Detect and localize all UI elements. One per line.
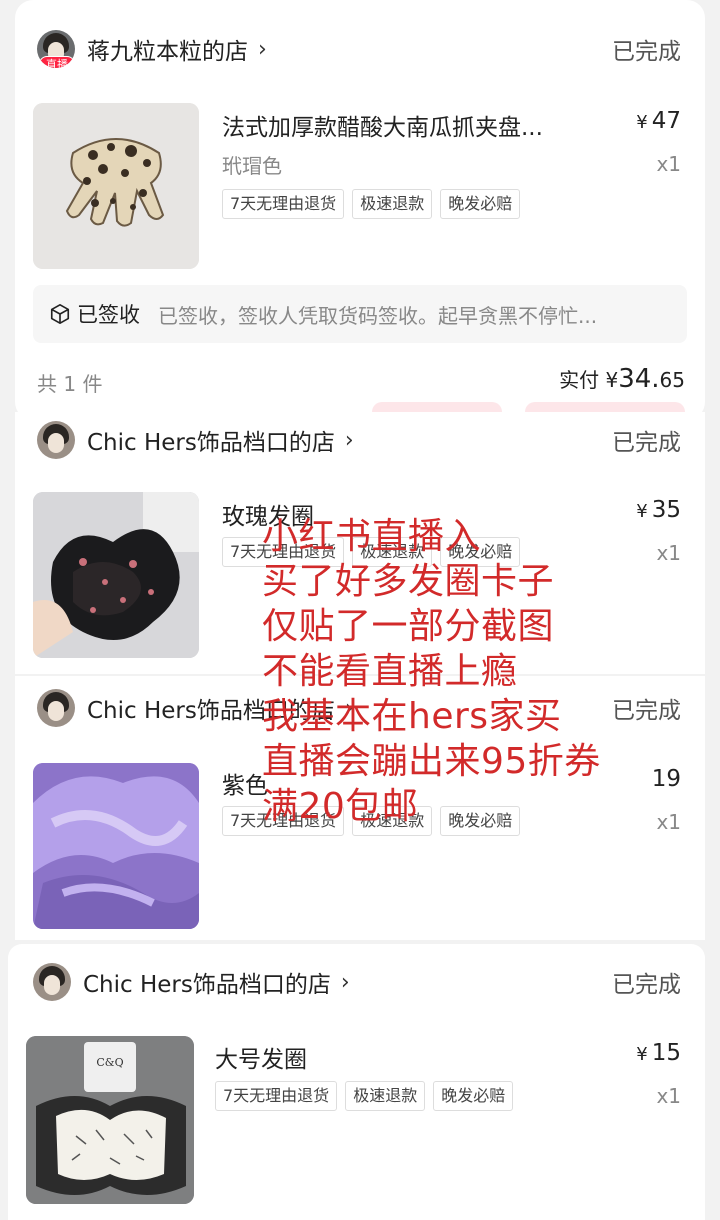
shop-avatar	[33, 963, 71, 1001]
overlay-line: 小红书直播入	[262, 516, 482, 557]
live-badge: 直播	[39, 56, 75, 68]
order-status: 已完成	[612, 39, 681, 65]
paid-label: 实付	[559, 368, 600, 392]
tag-fast-refund: 极速退款	[345, 1081, 426, 1111]
chevron-right-icon: ›	[340, 969, 350, 995]
shop-avatar	[37, 689, 75, 727]
tag-late-compensation: 晚发必赔	[440, 189, 521, 219]
paid-amount-decimal: 65	[659, 368, 685, 392]
order-status: 已完成	[612, 430, 681, 456]
currency-symbol: ¥	[636, 112, 648, 133]
overlay-line: 买了好多发圈卡子	[262, 561, 555, 602]
shop-name[interactable]: 蒋九粒本粒的店	[87, 32, 248, 66]
service-tags: 7天无理由退货 极速退款 晚发必赔	[222, 189, 521, 219]
order-card-1[interactable]: 直播 蒋九粒本粒的店 › 已完成 法式加厚款醋酸大南瓜抓夹盘... ¥47 玳瑁…	[15, 0, 705, 420]
overlay-note: 小红书直播入 买了好多发圈卡子 仅贴了一部分截图 不能看直播上瘾 我基本在her…	[262, 515, 702, 830]
shop-name[interactable]: Chic Hers饰品档口的店	[87, 423, 335, 457]
currency-symbol: ¥	[636, 1044, 648, 1065]
overlay-line: 仅贴了一部分截图	[262, 606, 555, 647]
product-quantity: x1	[656, 1084, 681, 1108]
shop-name[interactable]: Chic Hers饰品档口的店	[83, 965, 331, 999]
chevron-right-icon: ›	[258, 36, 267, 62]
price-value: 47	[651, 108, 681, 134]
currency-symbol: ¥	[605, 368, 619, 392]
item-count: 共 1 件	[37, 372, 103, 396]
overlay-line: 我基本在hers家买	[262, 696, 562, 737]
order-card-4[interactable]: Chic Hers饰品档口的店 › 已完成 C&Q 大号发圈 ¥15 x1 7天…	[8, 944, 705, 1220]
product-image[interactable]: C&Q	[26, 1036, 194, 1204]
product-image[interactable]	[33, 763, 199, 929]
logistics-bar[interactable]: 已签收 已签收，签收人凭取货码签收。起早贪黑不停忙...	[33, 285, 687, 343]
service-tags: 7天无理由退货 极速退款 晚发必赔	[215, 1081, 514, 1111]
package-icon	[50, 304, 70, 324]
shop-avatar	[37, 421, 75, 459]
overlay-line: 满20包邮	[262, 786, 419, 827]
product-image[interactable]	[33, 492, 199, 658]
shop-header[interactable]: 直播 蒋九粒本粒的店 › 已完成	[37, 24, 681, 74]
order-status: 已完成	[612, 972, 681, 998]
product-price: ¥15	[636, 1040, 681, 1066]
product-price: ¥47	[636, 108, 681, 134]
svg-text:C&Q: C&Q	[96, 1056, 123, 1069]
paid-amount: 实付 ¥34.65	[559, 364, 685, 394]
product-variant: 玳瑁色	[222, 154, 282, 178]
tag-7day-return: 7天无理由退货	[215, 1081, 338, 1111]
overlay-line: 不能看直播上瘾	[262, 651, 518, 692]
tag-7day-return: 7天无理由退货	[222, 189, 345, 219]
product-name[interactable]: 法式加厚款醋酸大南瓜抓夹盘...	[222, 108, 543, 142]
product-name[interactable]: 大号发圈	[215, 1040, 307, 1074]
paid-amount-int: 34.	[618, 364, 660, 394]
logistics-description: 已签收，签收人凭取货码签收。起早贪黑不停忙...	[158, 303, 598, 328]
chevron-right-icon: ›	[344, 427, 354, 453]
shop-avatar: 直播	[37, 30, 75, 68]
tag-late-compensation: 晚发必赔	[433, 1081, 514, 1111]
product-image[interactable]	[33, 103, 199, 269]
product-quantity: x1	[656, 152, 681, 176]
overlay-line: 直播会蹦出来95折券	[262, 741, 601, 782]
shop-header[interactable]: Chic Hers饰品档口的店 › 已完成	[37, 415, 681, 465]
logistics-status: 已签收	[77, 303, 140, 327]
shop-header[interactable]: Chic Hers饰品档口的店 › 已完成	[33, 957, 681, 1007]
tag-fast-refund: 极速退款	[352, 189, 433, 219]
price-value: 15	[651, 1040, 681, 1066]
